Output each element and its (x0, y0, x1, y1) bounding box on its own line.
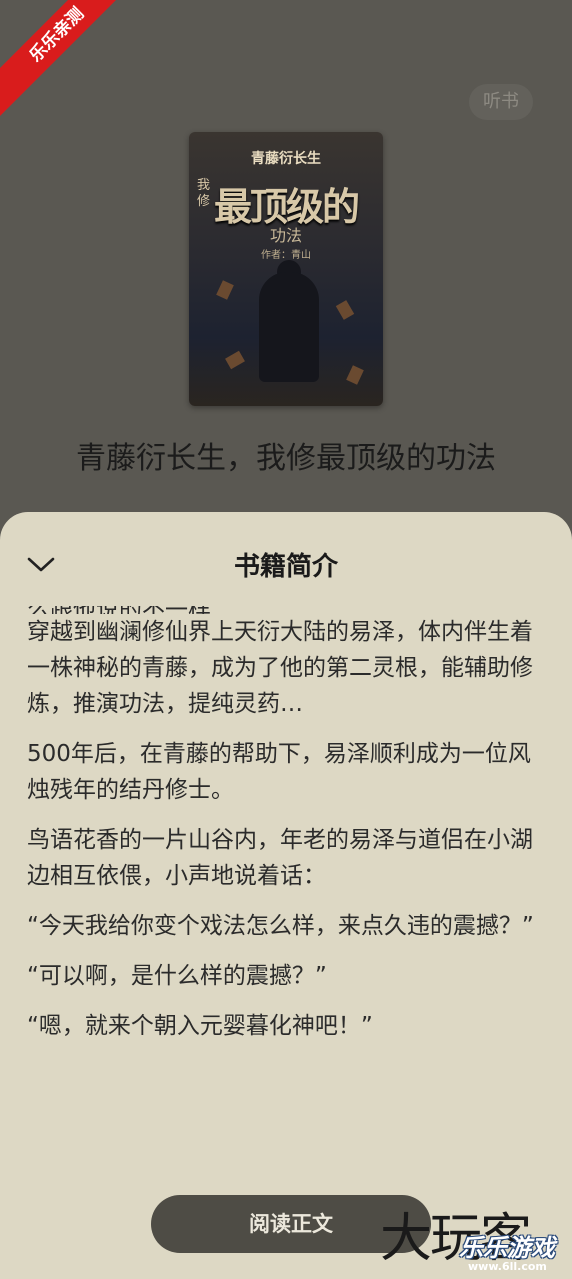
listen-button[interactable]: 听书 (469, 84, 533, 120)
intro-paragraph: 穿越到幽澜修仙界上天衍大陆的易泽，体内伴生着一株神秘的青藤，成为了他的第二灵根，… (27, 619, 533, 717)
cover-author-text: 作者：青山 (261, 250, 311, 261)
intro-paragraph: 鸟语花香的一片山谷内，年老的易泽与道侣在小湖边相互依偎，小声地说着话： (27, 827, 533, 889)
intro-partial-line: 么跟他说的不一样… (27, 606, 548, 614)
intro-paragraph: “可以啊，是什么样的震撼？” (27, 963, 327, 989)
sheet-title: 书籍简介 (233, 552, 338, 582)
book-cover: 青藤衍长生 我修 最顶级的 功法 作者：青山 (189, 132, 383, 406)
intro-paragraph: 500年后，在青藤的帮助下，易泽顺利成为一位风烛残年的结丹修士。 (27, 741, 531, 803)
intro-paragraph: “今天我给你变个戏法怎么样，来点久违的震撼？” (27, 913, 534, 939)
cover-sub-text: 功法 (269, 226, 302, 245)
book-intro-sheet: 书籍简介 么跟他说的不一样… 穿越到幽澜修仙界上天衍大陆的易泽，体内伴生着一株神… (0, 512, 572, 1279)
cover-figure (259, 272, 319, 382)
book-title: 青藤衍长生，我修最顶级的功法 (76, 441, 496, 476)
cover-decoration (225, 350, 245, 370)
cover-decoration (346, 365, 364, 385)
watermark-logo-small: 乐乐游戏 (459, 1234, 555, 1262)
intro-paragraph: “嗯，就来个朝入元婴暮化神吧！” (27, 1013, 373, 1039)
cover-decoration (335, 300, 355, 320)
cover-top-text: 青藤衍长生 (251, 151, 321, 167)
intro-content: 么跟他说的不一样… 穿越到幽澜修仙界上天衍大陆的易泽，体内伴生着一株神秘的青藤，… (27, 606, 548, 1279)
watermark-url: www.6ll.com (468, 1260, 547, 1273)
cover-decoration (216, 280, 234, 300)
